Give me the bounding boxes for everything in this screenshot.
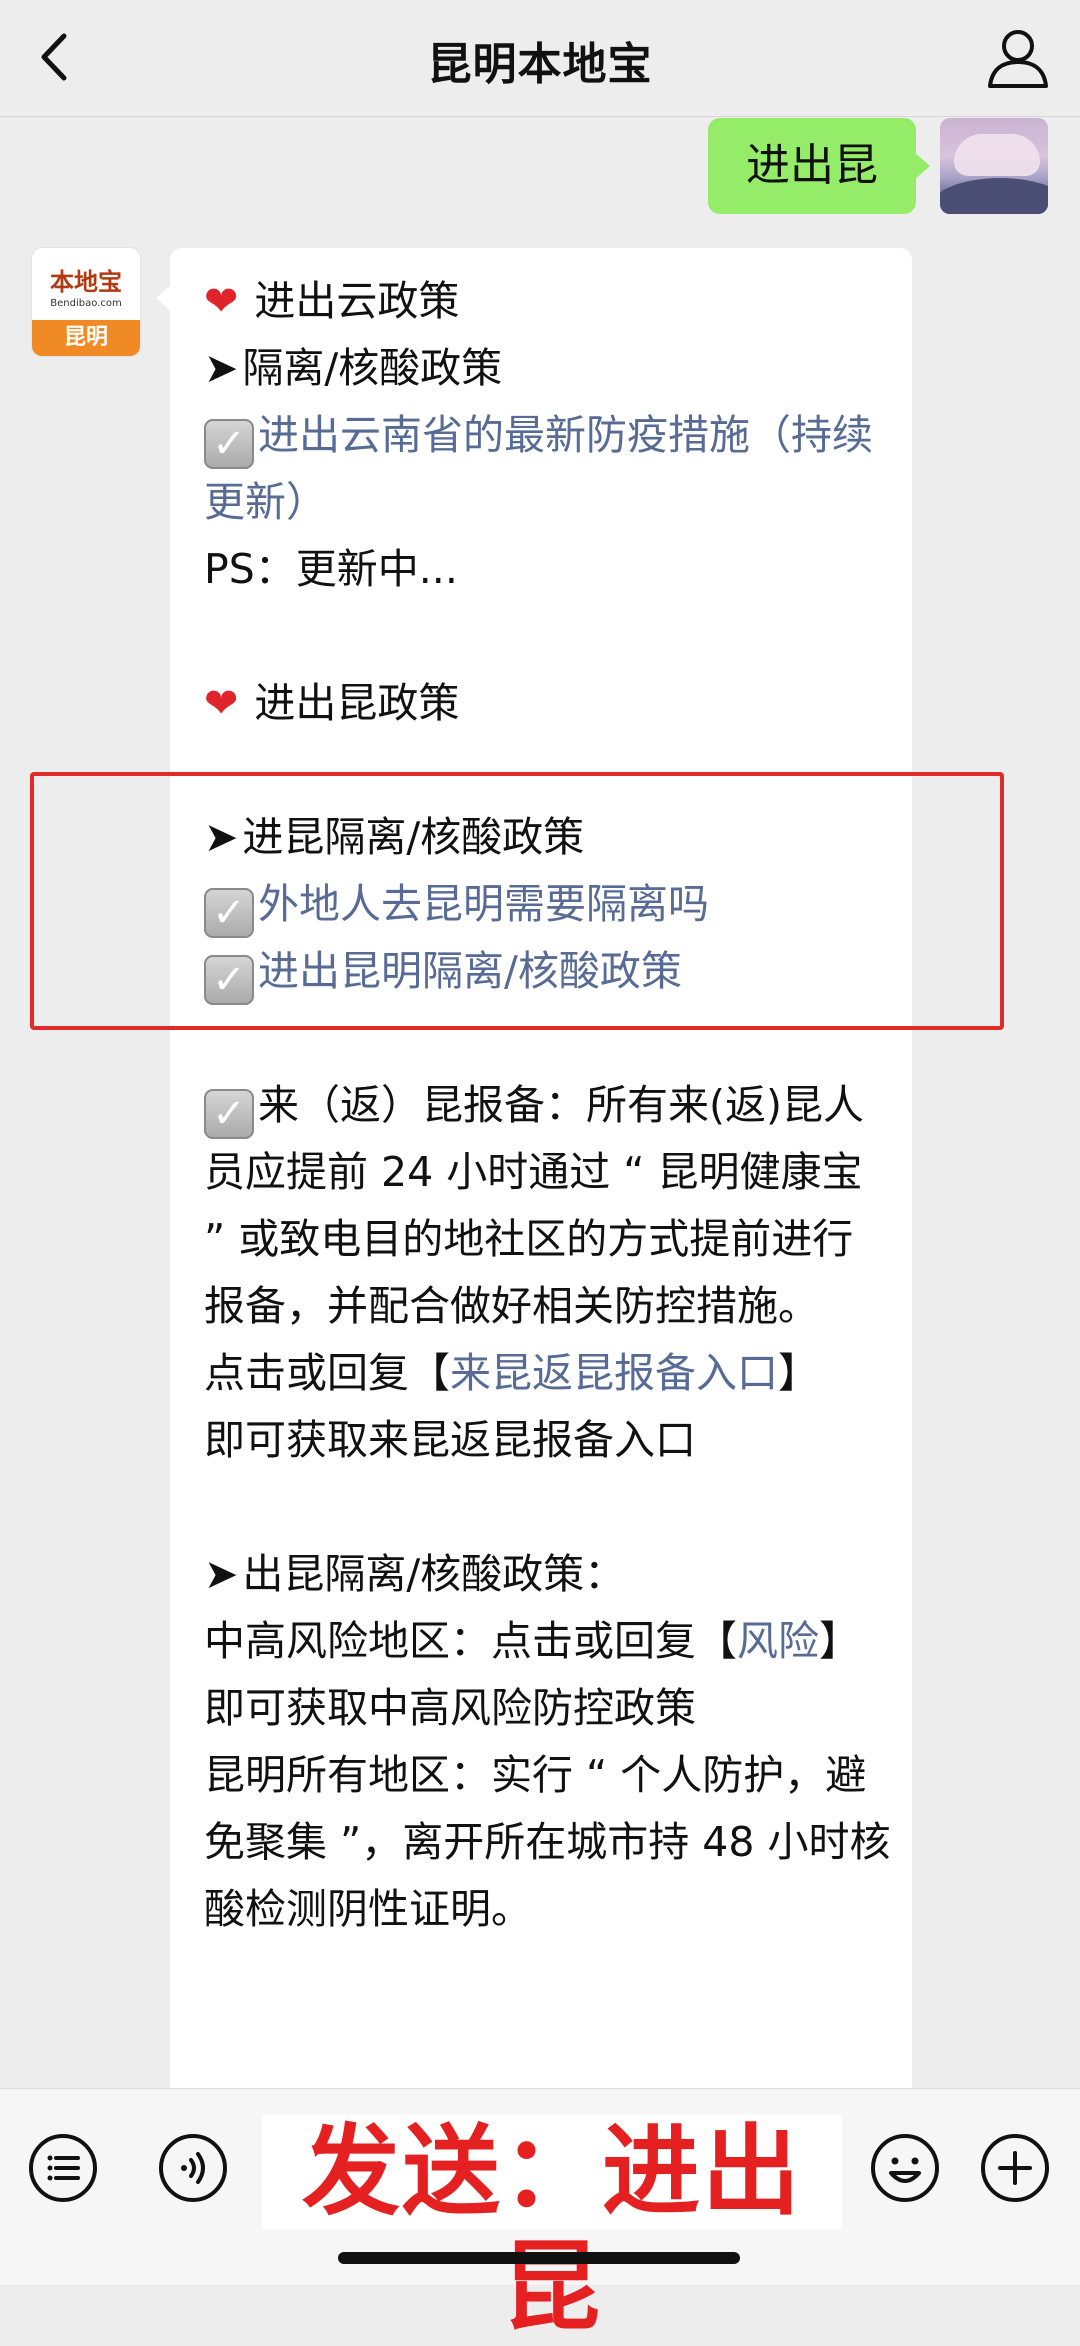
all-areas-paragraph: 昆明所有地区：实行 “ 个人防护，避免聚集 ”，离开所在城市持 48 小时核酸检… [204,1751,891,1933]
send-instruction-banner[interactable]: 发送：进出昆 [262,2114,842,2345]
policy-link-item[interactable]: ✓ 进出云南省的最新防疫措施（持续更新） [204,402,894,536]
nav-header: 昆明本地宝 [0,0,1080,117]
risk-instruction: 中高风险地区：点击或回复【风险】 [204,1617,860,1665]
page-title: 昆明本地宝 [427,39,653,90]
voice-icon[interactable] [158,2133,228,2203]
bot-avatar[interactable]: 本地宝 Bendibao.com 昆明 [32,248,140,356]
avatar-city-band: 昆明 [32,320,140,356]
section-heading: ❤ 进出昆政策 [204,679,460,727]
report-paragraph: ✓ 来（返）昆报备：所有来(返)昆人员应提前 24 小时通过 “ 昆明健康宝 ” … [204,1081,864,1330]
policy-link[interactable]: 进出云南省的最新防疫措施（持续更新） [204,411,873,526]
heart-icon: ❤ [204,277,239,325]
home-indicator[interactable] [338,2252,740,2264]
heart-icon: ❤ [204,679,239,727]
checkbox-icon: ✓ [204,1089,254,1139]
incoming-message-bubble: ❤ 进出云政策 ➤隔离/核酸政策 ✓ 进出云南省的最新防疫措施（持续更新） PS：更… [156,248,912,2108]
risk-link[interactable]: 风险 [737,1617,819,1665]
plus-icon[interactable] [980,2133,1050,2203]
arrow-icon: ➤ [204,1550,239,1598]
section-heading: ❤ 进出云政策 [204,277,460,325]
sub-heading: ➤隔离/核酸政策 [204,344,503,392]
risk-instruction-tail: 即可获取中高风险防控政策 [204,1684,696,1732]
avatar-cloud-shape [954,134,1040,176]
avatar-logo-text: 本地宝 [50,268,122,296]
highlight-box [30,772,1004,1030]
avatar-logo-url: Bendibao.com [50,298,122,309]
checkbox-icon: ✓ [204,419,254,469]
person-icon[interactable] [980,20,1056,96]
menu-list-icon[interactable] [28,2133,98,2203]
message-content: ❤ 进出云政策 ➤隔离/核酸政策 ✓ 进出云南省的最新防疫措施（持续更新） PS：更… [204,268,894,1943]
arrow-icon: ➤ [204,344,239,392]
reply-instruction: 点击或回复【来昆返昆报备入口】 [204,1349,819,1397]
emoji-icon[interactable] [870,2133,940,2203]
outgoing-message-bubble[interactable]: 进出昆 [708,118,930,214]
sub-heading: ➤出昆隔离/核酸政策： [204,1550,626,1598]
avatar-hill-shape [940,178,1048,214]
reply-instruction-tail: 即可获取来昆返昆报备入口 [204,1416,696,1464]
ps-note: PS：更新中... [204,545,458,593]
report-entry-link[interactable]: 来昆返昆报备入口 [450,1349,778,1397]
user-avatar[interactable] [940,118,1048,214]
